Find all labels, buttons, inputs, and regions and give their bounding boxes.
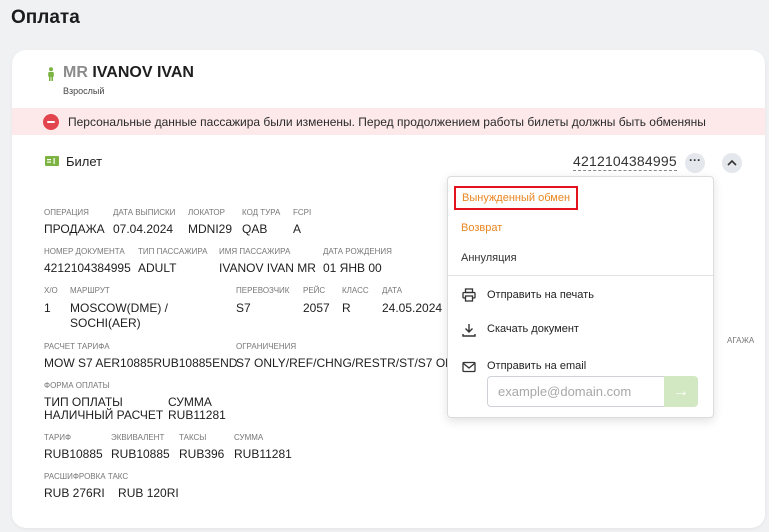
route-value-line2: SOCHI(AER)	[70, 316, 141, 330]
menu-item-void[interactable]: Аннуляция	[461, 252, 517, 264]
pay-sum-header: СУММА	[168, 395, 212, 409]
doc-number-value: 4212104384995	[44, 261, 131, 275]
more-actions-button[interactable]: ···	[685, 153, 705, 173]
printer-icon	[462, 288, 476, 302]
tour-code-value: QAB	[242, 222, 268, 236]
restrictions-label: ОГРАНИЧЕНИЯ	[236, 342, 297, 351]
error-icon	[43, 114, 59, 130]
alert-text: Персональные данные пассажира были измен…	[68, 115, 706, 129]
baggage-label: АГАЖА	[727, 336, 755, 345]
flight-value: 2057	[303, 301, 330, 315]
flight-label: РЕЙС	[303, 286, 326, 295]
class-value: R	[342, 301, 351, 315]
passenger-fullname: IVANOV IVAN	[92, 64, 194, 81]
pay-sum-value: RUB11281	[168, 408, 226, 422]
passenger-title: MR	[63, 64, 88, 81]
locator-label: ЛОКАТОР	[188, 208, 225, 217]
restrictions-value: S7 ONLY/REF/CHNG/RESTR/ST/S7 ONLY	[236, 356, 448, 370]
equiv-value: RUB10885	[111, 447, 170, 461]
fare-label: ТАРИФ	[44, 433, 72, 442]
date-label: ДАТА	[382, 286, 403, 295]
doc-number-label: НОМЕР ДОКУМЕНТА	[44, 247, 125, 256]
tax-breakdown-label: РАСШИФРОВКА ТАКС	[44, 472, 129, 481]
operation-value: ПРОДАЖА	[44, 222, 105, 236]
pax-name-label: ИМЯ ПАССАЖИРА	[219, 247, 291, 256]
xo-value: 1	[44, 301, 51, 315]
payment-form-label: ФОРМА ОПЛАТЫ	[44, 381, 110, 390]
taxes-value: RUB396	[179, 447, 225, 461]
download-icon	[462, 324, 476, 337]
ticket-number-link[interactable]: 4212104384995	[573, 153, 677, 171]
pax-type-value: ADULT	[138, 261, 177, 275]
route-value-line1: MOSCOW(DME) /	[70, 301, 168, 315]
locator-value: MDNI29	[188, 222, 233, 236]
birth-date-value: 01 ЯНВ 00	[323, 261, 382, 275]
menu-item-email: Отправить на email	[487, 360, 587, 372]
issue-date-label: ДАТА ВЫПИСКИ	[113, 208, 176, 217]
email-input[interactable]	[487, 376, 664, 407]
operation-label: ОПЕРАЦИЯ	[44, 208, 89, 217]
menu-divider	[448, 275, 713, 276]
tour-code-label: КОД ТУРА	[242, 208, 281, 217]
sum-label: СУММА	[234, 433, 264, 442]
mail-icon	[462, 361, 476, 373]
pax-type-label: ТИП ПАССАЖИРА	[138, 247, 208, 256]
menu-item-print[interactable]: Отправить на печать	[487, 289, 594, 301]
ticket-label: Билет	[66, 154, 103, 169]
date-value: 24.05.2024	[382, 301, 443, 315]
class-label: КЛАСС	[342, 286, 369, 295]
equiv-label: ЭКВИВАЛЕНТ	[111, 433, 165, 442]
page-title: Оплата	[11, 7, 80, 28]
ticket-icon	[45, 156, 59, 166]
person-icon	[48, 67, 54, 81]
menu-item-download[interactable]: Скачать документ	[487, 323, 579, 335]
fcpi-label: FCPI	[293, 208, 312, 217]
fare-calc-value: MOW S7 AER10885RUB10885END	[44, 356, 238, 370]
xo-label: Х/О	[44, 286, 58, 295]
fcpi-value: A	[293, 222, 302, 236]
fare-value: RUB10885	[44, 447, 103, 461]
carrier-value: S7	[236, 301, 251, 315]
fare-calc-label: РАСЧЕТ ТАРИФА	[44, 342, 110, 351]
send-email-button[interactable]: →	[664, 376, 698, 407]
menu-item-forced-exchange[interactable]: Вынужденный обмен	[454, 186, 579, 210]
taxes-label: ТАКСЫ	[179, 433, 207, 442]
alert-banner: Персональные данные пассажира были измен…	[12, 108, 765, 135]
tax-breakdown-value: RUB 276RI RUB 120RI	[44, 486, 179, 500]
passenger-type: Взрослый	[63, 86, 105, 96]
route-label: МАРШРУТ	[70, 286, 110, 295]
passenger-name: MR IVANOV IVAN	[63, 64, 194, 82]
menu-item-refund[interactable]: Возврат	[461, 222, 502, 234]
chevron-up-icon	[727, 159, 737, 166]
carrier-label: ПЕРЕВОЗЧИК	[236, 286, 290, 295]
sum-value: RUB11281	[234, 447, 292, 461]
actions-dropdown: Вынужденный обмен Возврат Аннуляция Отпр…	[447, 176, 714, 418]
pay-type-value: НАЛИЧНЫЙ РАСЧЕТ	[44, 408, 164, 422]
collapse-button[interactable]	[722, 153, 742, 173]
birth-date-label: ДАТА РОЖДЕНИЯ	[323, 247, 392, 256]
pay-type-header: ТИП ОПЛАТЫ	[44, 395, 123, 409]
issue-date-value: 07.04.2024	[113, 222, 174, 236]
pax-name-value: IVANOV IVAN MR	[219, 261, 316, 275]
